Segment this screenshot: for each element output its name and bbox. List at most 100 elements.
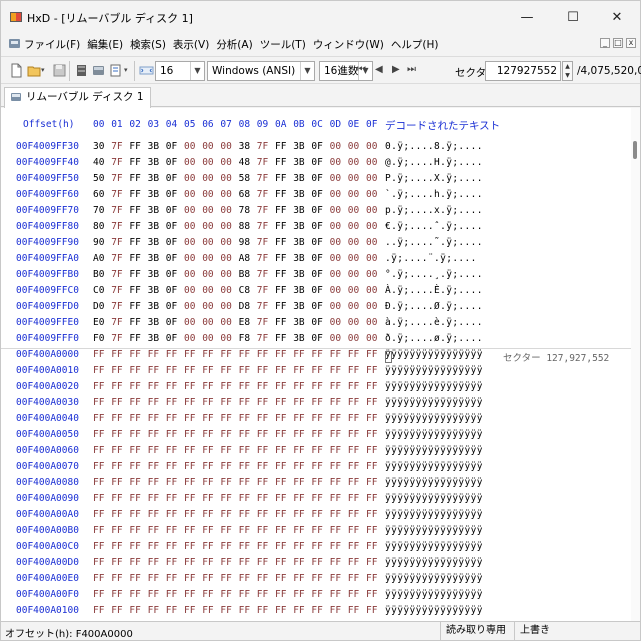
hex-byte[interactable]: FF xyxy=(239,445,250,456)
hex-byte[interactable]: 40 xyxy=(93,157,104,168)
hex-byte[interactable]: 00 xyxy=(330,333,341,344)
hex-byte[interactable]: 0F xyxy=(311,317,322,328)
hex-row[interactable]: 00F400A0020 FF FF FF FF FF FF FF FF FF FF FF FF FF FF F… xyxy=(1,381,631,397)
menu-item[interactable]: ウィンドウ(W) xyxy=(312,37,385,52)
hex-row[interactable]: 00F4009FFE0 E0 7F FF 3B 0F 00 00 00 E8 7F FF 3B 0F 00 0… xyxy=(1,317,631,333)
hex-byte[interactable]: 7F xyxy=(257,173,268,184)
hex-byte[interactable]: FF xyxy=(257,413,268,424)
hex-row[interactable]: 00F400A00B0 FF FF FF FF FF FF FF FF FF FF FF FF FF FF F… xyxy=(1,525,631,541)
hex-byte[interactable]: 38 xyxy=(239,141,250,152)
hex-byte[interactable]: 68 xyxy=(239,189,250,200)
hex-byte[interactable]: FF xyxy=(293,381,304,392)
hex-byte[interactable]: 00 xyxy=(202,157,213,168)
hex-byte[interactable]: FF xyxy=(220,509,231,520)
hex-byte[interactable]: FF xyxy=(257,445,268,456)
hex-byte[interactable]: FF xyxy=(275,557,286,568)
hex-byte[interactable]: 0F xyxy=(166,301,177,312)
hex-row[interactable]: 00F4009FFB0 B0 7F FF 3B 0F 00 00 00 B8 7F FF 3B 0F 00 0… xyxy=(1,269,631,285)
hex-byte[interactable]: 3B xyxy=(293,285,304,296)
hex-byte[interactable]: FF xyxy=(293,493,304,504)
hex-byte[interactable]: FF xyxy=(129,173,140,184)
hex-row[interactable]: 00F400A0040 FF FF FF FF FF FF FF FF FF FF FF FF FF FF F… xyxy=(1,413,631,429)
hex-byte[interactable]: FF xyxy=(330,509,341,520)
scrollbar-thumb[interactable] xyxy=(633,141,637,159)
hex-byte[interactable]: 00 xyxy=(202,141,213,152)
hex-byte[interactable]: 00 xyxy=(366,301,377,312)
hex-byte[interactable]: 00 xyxy=(220,157,231,168)
hex-byte[interactable]: FF xyxy=(129,333,140,344)
hex-byte[interactable]: 00 xyxy=(330,221,341,232)
hex-byte[interactable]: FF xyxy=(366,573,377,584)
hex-byte[interactable]: FF xyxy=(311,493,322,504)
hex-byte[interactable]: FF xyxy=(184,413,195,424)
hex-byte[interactable]: C0 xyxy=(93,285,104,296)
hex-byte[interactable]: FF xyxy=(257,365,268,376)
hex-byte[interactable]: FF xyxy=(129,237,140,248)
hex-byte[interactable]: FF xyxy=(148,477,159,488)
hex-byte[interactable]: FF xyxy=(311,509,322,520)
hex-byte[interactable]: 00 xyxy=(184,237,195,248)
hex-byte[interactable]: FF xyxy=(257,461,268,472)
hex-byte[interactable]: FF xyxy=(93,349,104,360)
hex-byte[interactable]: FF xyxy=(129,557,140,568)
hex-byte[interactable]: FF xyxy=(366,397,377,408)
hex-byte[interactable]: FF xyxy=(275,333,286,344)
hex-byte[interactable]: FF xyxy=(148,573,159,584)
hex-byte[interactable]: FF xyxy=(129,317,140,328)
hex-byte[interactable]: FF xyxy=(330,557,341,568)
hex-byte[interactable]: 00 xyxy=(184,317,195,328)
hex-byte[interactable]: FF xyxy=(148,397,159,408)
hex-byte[interactable]: 00 xyxy=(330,141,341,152)
bytes-per-row-select[interactable]: 16 ▼ xyxy=(155,61,205,81)
hex-byte[interactable]: FF xyxy=(275,397,286,408)
hex-byte[interactable]: FF xyxy=(366,525,377,536)
hex-row[interactable]: 00F400A0010 FF FF FF FF FF FF FF FF FF FF FF FF FF FF F… xyxy=(1,365,631,381)
hex-byte[interactable]: 58 xyxy=(239,173,250,184)
hex-byte[interactable]: FF xyxy=(129,573,140,584)
hex-byte[interactable]: FF xyxy=(93,557,104,568)
hex-byte[interactable]: 00 xyxy=(220,269,231,280)
hex-byte[interactable]: FF xyxy=(129,269,140,280)
row-decoded-text[interactable]: ÿÿÿÿÿÿÿÿÿÿÿÿÿÿÿÿ xyxy=(385,605,483,616)
hex-byte[interactable]: 00 xyxy=(348,237,359,248)
close-button[interactable]: ✕ xyxy=(594,1,640,33)
hex-byte[interactable]: 3B xyxy=(148,141,159,152)
hex-byte[interactable]: 7F xyxy=(257,205,268,216)
hex-byte[interactable]: FF xyxy=(184,557,195,568)
hex-byte[interactable]: FF xyxy=(257,429,268,440)
hex-byte[interactable]: FF xyxy=(111,397,122,408)
hex-byte[interactable]: FF xyxy=(111,365,122,376)
hex-byte[interactable]: FF xyxy=(239,477,250,488)
hex-byte[interactable]: FF xyxy=(166,605,177,616)
hex-byte[interactable]: FF xyxy=(148,493,159,504)
hex-byte[interactable]: FF xyxy=(311,413,322,424)
hex-byte[interactable]: FF xyxy=(202,397,213,408)
hex-byte[interactable]: 3B xyxy=(293,221,304,232)
hex-byte[interactable]: 7F xyxy=(257,269,268,280)
hex-byte[interactable]: FF xyxy=(166,557,177,568)
hex-byte[interactable]: 7F xyxy=(111,205,122,216)
row-decoded-text[interactable]: ÿÿÿÿÿÿÿÿÿÿÿÿÿÿÿÿ xyxy=(385,557,483,568)
menu-item[interactable]: ヘルプ(H) xyxy=(390,37,440,52)
hex-byte[interactable]: FF xyxy=(311,349,322,360)
hex-byte[interactable]: FF xyxy=(184,381,195,392)
hex-byte[interactable]: 00 xyxy=(184,301,195,312)
hex-byte[interactable]: FF xyxy=(311,461,322,472)
maximize-button[interactable]: ☐ xyxy=(550,1,596,33)
hex-byte[interactable]: FF xyxy=(184,541,195,552)
hex-row[interactable]: 00F400A00F0 FF FF FF FF FF FF FF FF FF FF FF FF FF FF F… xyxy=(1,589,631,605)
hex-byte[interactable]: FF xyxy=(111,461,122,472)
hex-byte[interactable]: FF xyxy=(330,477,341,488)
hex-byte[interactable]: FF xyxy=(293,397,304,408)
hex-byte[interactable]: 3B xyxy=(293,333,304,344)
page-icon[interactable] xyxy=(108,63,123,78)
hex-byte[interactable]: FF xyxy=(366,605,377,616)
hex-byte[interactable]: FF xyxy=(129,397,140,408)
hex-byte[interactable]: FF xyxy=(239,461,250,472)
hex-byte[interactable]: FF xyxy=(275,605,286,616)
hex-byte[interactable]: FF xyxy=(111,445,122,456)
hex-row[interactable]: 00F400A0030 FF FF FF FF FF FF FF FF FF FF FF FF FF FF F… xyxy=(1,397,631,413)
hex-byte[interactable]: 0F xyxy=(166,333,177,344)
hex-row[interactable]: 00F4009FF90 90 7F FF 3B 0F 00 00 00 98 7F FF 3B 0F 00 0… xyxy=(1,237,631,253)
hex-byte[interactable]: 0F xyxy=(311,237,322,248)
